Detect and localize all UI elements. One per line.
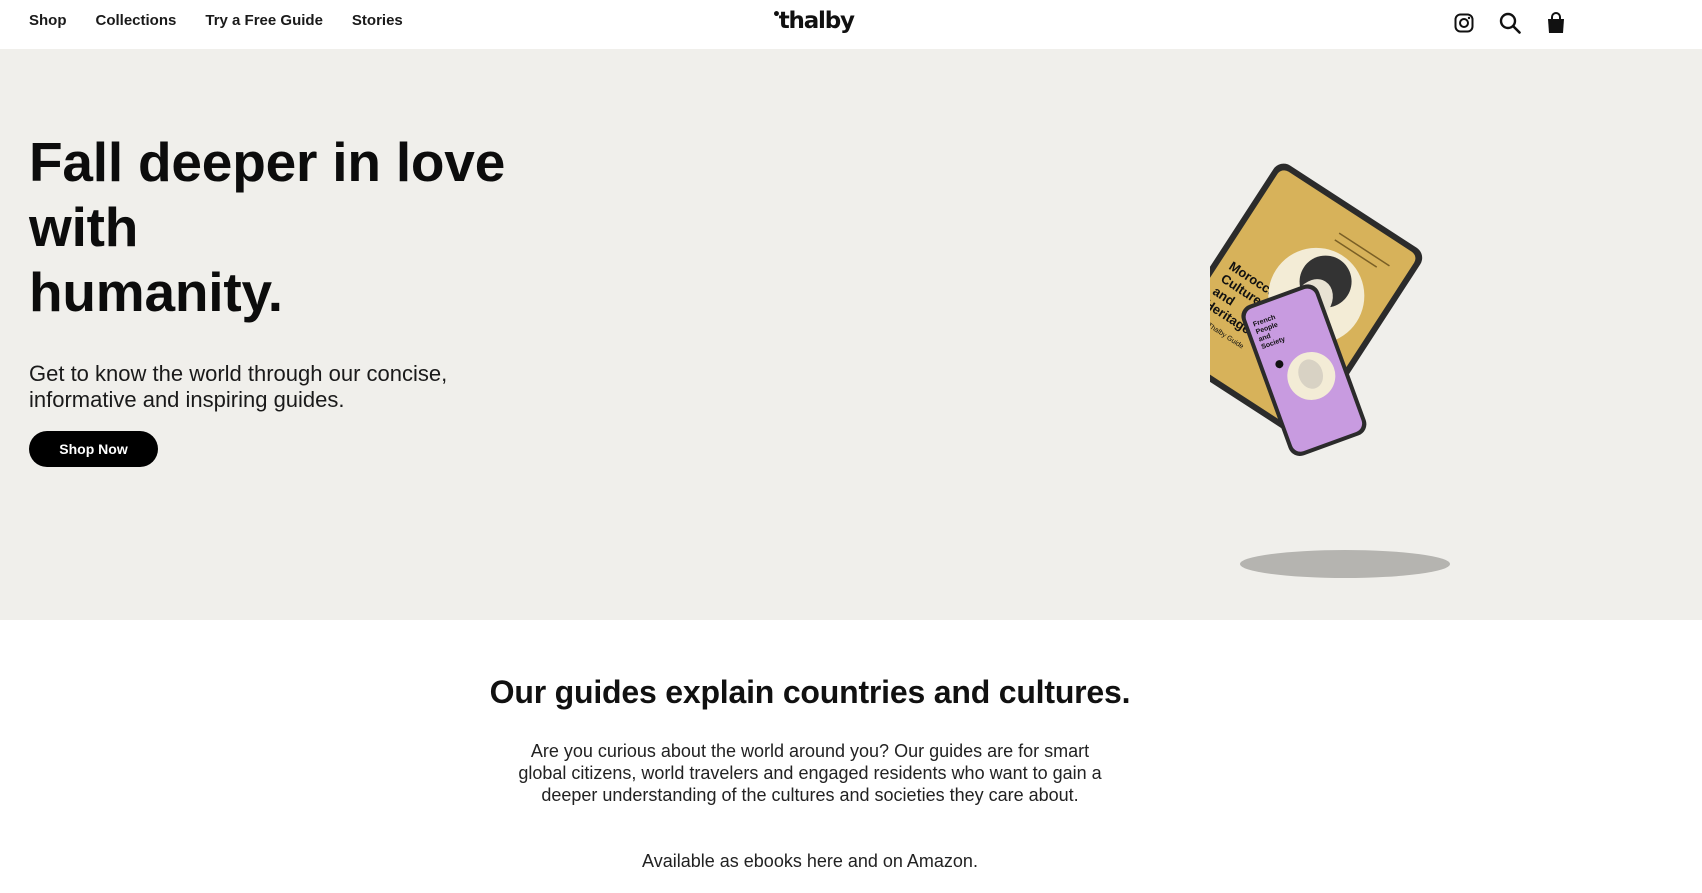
availability-note: Available as ebooks here and on Amazon. bbox=[642, 851, 978, 871]
bag-icon[interactable] bbox=[1544, 11, 1568, 35]
nav-free-guide[interactable]: Try a Free Guide bbox=[205, 13, 323, 29]
shop-now-button[interactable]: Shop Now bbox=[29, 431, 158, 467]
device-mockup-image: Moroccan Culture and Heritage The Thalby… bbox=[1162, 159, 1530, 599]
hero-section: Fall deeper in love with humanity. Get t… bbox=[0, 49, 1702, 620]
nav-collections[interactable]: Collections bbox=[96, 13, 177, 29]
search-icon[interactable] bbox=[1498, 11, 1522, 35]
device-shadow bbox=[1240, 550, 1450, 578]
guides-title: Our guides explain countries and culture… bbox=[489, 674, 1131, 710]
instagram-icon[interactable] bbox=[1452, 11, 1476, 35]
hero-subtitle: Get to know the world through our concis… bbox=[29, 361, 448, 412]
site-logo[interactable]: •thalby bbox=[772, 7, 855, 34]
guides-description: Are you curious about the world around y… bbox=[518, 741, 1102, 805]
header-icons bbox=[1452, 11, 1590, 35]
nav-stories[interactable]: Stories bbox=[352, 13, 403, 29]
site-header: Shop Collections Try a Free Guide Storie… bbox=[0, 0, 1702, 49]
nav-shop[interactable]: Shop bbox=[29, 13, 67, 29]
hero-title: Fall deeper in love with humanity. bbox=[29, 131, 506, 323]
main-nav: Shop Collections Try a Free Guide Storie… bbox=[29, 13, 432, 29]
logo-dot-icon: • bbox=[772, 7, 781, 23]
